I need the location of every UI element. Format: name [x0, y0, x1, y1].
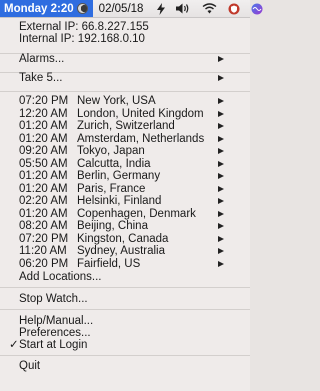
wifi-icon[interactable]	[202, 3, 217, 14]
location-city: Paris, France	[77, 182, 146, 195]
submenu-arrow-icon	[218, 223, 224, 229]
location-time: 07:20 PM	[19, 95, 69, 107]
clock-dropdown-menu: External IP: 66.8.227.155 Internal IP: 1…	[0, 18, 250, 391]
submenu-arrow-icon	[218, 173, 224, 179]
submenu-arrow-icon	[218, 135, 224, 142]
menu-bar: Monday 2:20 02/05/18	[0, 0, 263, 18]
location-item[interactable]: 06:20 PM Fairfield, US	[0, 258, 250, 271]
menu-item-start-at-login[interactable]: ✓ Start at Login	[0, 339, 250, 352]
location-item[interactable]: 12:20 AM London, United Kingdom	[0, 108, 250, 121]
submenu-arrow-icon	[218, 75, 224, 81]
submenu-arrow-icon	[218, 248, 224, 254]
submenu-arrow-icon	[218, 98, 224, 104]
siri-icon[interactable]	[251, 3, 263, 15]
menu-item-alarms[interactable]: Alarms...	[0, 53, 250, 66]
location-item[interactable]: 08:20 AM Beijing, China	[0, 220, 250, 233]
clock-label: Monday 2:20	[4, 2, 74, 15]
location-item[interactable]: 09:20 AM Tokyo, Japan	[0, 145, 250, 158]
location-city: Amsterdam, Netherlands	[77, 132, 205, 145]
stop-watch-label: Stop Watch...	[19, 293, 88, 305]
submenu-arrow-icon	[218, 210, 224, 217]
location-item[interactable]: 01:20 AM Paris, France	[0, 183, 250, 196]
location-time: 11:20 AM	[19, 245, 67, 257]
checkmark-icon: ✓	[9, 339, 19, 351]
submenu-arrow-icon	[218, 160, 224, 167]
submenu-arrow-icon	[218, 110, 224, 117]
internal-ip-label: Internal IP: 192.168.0.10	[19, 33, 145, 45]
location-item[interactable]: 02:20 AM Helsinki, Finland	[0, 195, 250, 208]
location-city: Zurich, Switzerland	[77, 120, 175, 132]
quit-label: Quit	[19, 360, 41, 372]
location-city: Fairfield, US	[77, 257, 141, 270]
location-city: New York, USA	[77, 95, 156, 107]
location-time: 05:50 AM	[19, 157, 68, 170]
location-item[interactable]: 01:20 AM Copenhagen, Denmark	[0, 208, 250, 221]
location-city: Copenhagen, Denmark	[77, 207, 196, 220]
location-time: 01:20 AM	[19, 207, 68, 220]
location-item[interactable]: 05:50 AM Calcutta, India	[0, 158, 250, 171]
submenu-arrow-icon	[218, 148, 224, 154]
location-time: 09:20 AM	[19, 145, 68, 157]
add-locations-label: Add Locations...	[19, 271, 102, 283]
location-city: Berlin, Germany	[77, 170, 161, 182]
location-item[interactable]: 07:20 PM New York, USA	[0, 95, 250, 108]
menu-item-add-locations[interactable]: Add Locations...	[0, 271, 250, 284]
location-time: 08:20 AM	[19, 220, 68, 232]
location-city: Calcutta, India	[77, 157, 151, 170]
location-time: 01:20 AM	[19, 170, 68, 182]
submenu-arrow-icon	[218, 123, 224, 129]
location-item[interactable]: 07:20 PM Kingston, Canada	[0, 233, 250, 246]
location-city: Beijing, China	[77, 220, 148, 232]
location-city: London, United Kingdom	[77, 107, 204, 120]
location-time: 01:20 AM	[19, 120, 68, 132]
volume-icon[interactable]	[176, 3, 191, 14]
submenu-arrow-icon	[218, 235, 224, 242]
submenu-arrow-icon	[218, 185, 224, 192]
location-item[interactable]: 01:20 AM Berlin, Germany	[0, 170, 250, 183]
menu-item-quit[interactable]: Quit	[0, 360, 250, 373]
moon-phase-icon	[76, 3, 88, 14]
location-time: 02:20 AM	[19, 195, 68, 207]
menu-item-stop-watch[interactable]: Stop Watch...	[0, 293, 250, 306]
separator	[0, 287, 250, 288]
shield-icon[interactable]	[228, 3, 240, 15]
location-city: Kingston, Canada	[77, 232, 169, 245]
submenu-arrow-icon	[218, 260, 224, 267]
alarms-label: Alarms...	[19, 53, 65, 65]
submenu-arrow-icon	[218, 56, 224, 62]
start-at-login-label: Start at Login	[19, 339, 88, 351]
location-city: Sydney, Australia	[77, 245, 166, 257]
location-time: 01:20 AM	[19, 182, 68, 195]
separator	[0, 309, 250, 310]
location-item[interactable]: 01:20 AM Amsterdam, Netherlands	[0, 133, 250, 146]
take5-label: Take 5...	[19, 72, 63, 84]
lightning-icon[interactable]	[157, 2, 166, 15]
location-time: 12:20 AM	[19, 107, 68, 120]
location-item[interactable]: 01:20 AM Zurich, Switzerland	[0, 120, 250, 133]
location-time: 01:20 AM	[19, 132, 68, 145]
menu-item-take5[interactable]: Take 5...	[0, 72, 250, 85]
location-city: Helsinki, Finland	[77, 195, 162, 207]
submenu-arrow-icon	[218, 198, 224, 204]
clock-menu-extra[interactable]: Monday 2:20	[0, 0, 93, 17]
location-item[interactable]: 11:20 AM Sydney, Australia	[0, 245, 250, 258]
menubar-date[interactable]: 02/05/18	[99, 3, 144, 15]
location-city: Tokyo, Japan	[77, 145, 145, 157]
location-time: 06:20 PM	[19, 257, 69, 270]
location-time: 07:20 PM	[19, 232, 69, 245]
separator	[0, 355, 250, 356]
internal-ip-item: Internal IP: 192.168.0.10	[0, 33, 250, 46]
separator	[0, 91, 250, 92]
